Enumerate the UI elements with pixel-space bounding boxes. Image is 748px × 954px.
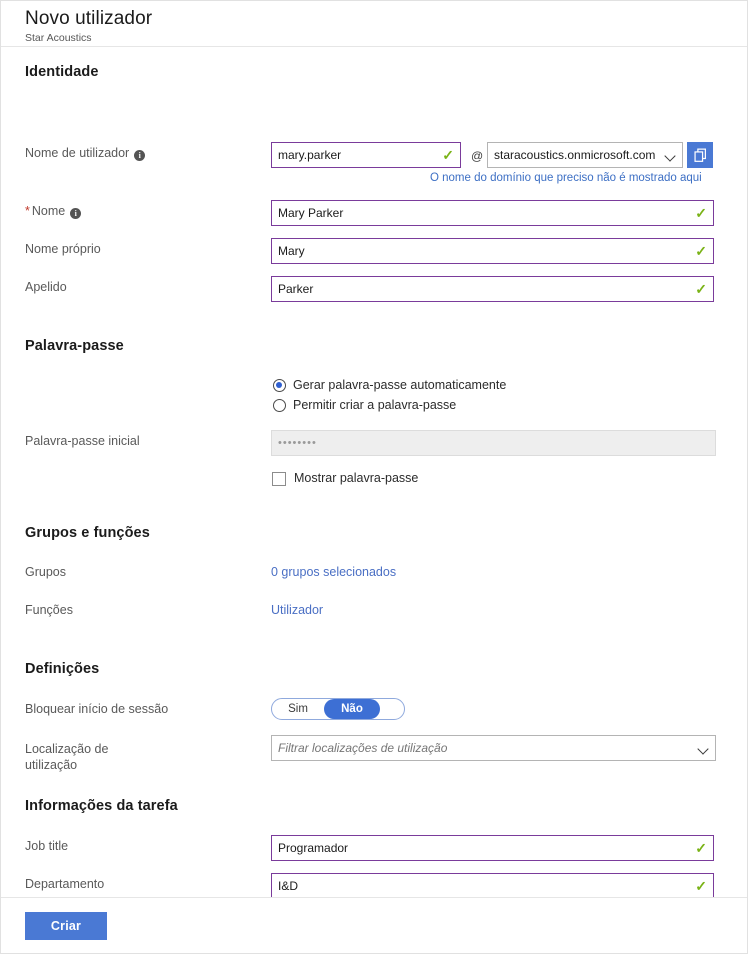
job-title-value: Programador <box>278 841 349 855</box>
radio-auto-icon <box>273 379 286 392</box>
label-job-title: Job title <box>25 839 69 853</box>
check-icon: ✓ <box>695 281 707 297</box>
first-name-input[interactable]: Mary ✓ <box>271 238 714 264</box>
label-department: Departamento <box>25 877 105 891</box>
panel-header: Novo utilizador Star Acoustics <box>1 1 747 47</box>
label-first-name: Nome próprio <box>25 242 101 256</box>
section-title-job: Informações da tarefa <box>25 798 178 814</box>
department-value: I&D <box>278 879 299 893</box>
radio-manual-label: Permitir criar a palavra-passe <box>293 398 457 412</box>
show-password-checkbox[interactable]: Mostrar palavra-passe <box>272 471 418 486</box>
label-last-name: Apelido <box>25 280 67 294</box>
check-icon: ✓ <box>695 840 707 856</box>
roles-link[interactable]: Utilizador <box>271 602 323 618</box>
chevron-down-icon <box>698 745 709 752</box>
checkbox-icon <box>272 471 286 486</box>
check-icon: ✓ <box>442 147 454 163</box>
groups-link[interactable]: 0 grupos selecionados <box>271 564 396 580</box>
info-icon[interactable]: i <box>70 208 82 219</box>
label-username: Nome de utilizador i <box>25 145 146 161</box>
radio-auto-password[interactable]: Gerar palavra-passe automaticamente <box>273 378 506 393</box>
label-usage-location: Localização de utilização <box>25 742 109 772</box>
block-signin-toggle[interactable]: Sim Não <box>271 698 405 720</box>
copy-icon <box>693 148 706 162</box>
job-title-input[interactable]: Programador ✓ <box>271 835 714 861</box>
department-input[interactable]: I&D ✓ <box>271 873 714 899</box>
copy-button[interactable] <box>687 142 713 168</box>
initial-password-input: •••••••• <box>271 430 716 456</box>
label-groups: Grupos <box>25 565 66 579</box>
chevron-down-icon <box>665 152 676 159</box>
username-input[interactable]: mary.parker ✓ <box>271 142 461 168</box>
name-input[interactable]: Mary Parker ✓ <box>271 200 714 226</box>
domain-hint-link[interactable]: O nome do domínio que preciso não é most… <box>430 171 702 186</box>
toggle-option-no[interactable]: Não <box>324 699 380 719</box>
radio-manual-icon <box>273 399 286 412</box>
check-icon: ✓ <box>695 243 707 259</box>
radio-auto-label: Gerar palavra-passe automaticamente <box>293 378 507 392</box>
new-user-panel: Novo utilizador Star Acoustics Identidad… <box>0 0 748 954</box>
domain-select[interactable]: staracoustics.onmicrosoft.com <box>487 142 683 168</box>
name-value: Mary Parker <box>278 206 344 220</box>
check-icon: ✓ <box>695 205 707 221</box>
show-password-label: Mostrar palavra-passe <box>294 471 419 485</box>
label-username-text: Nome de utilizador <box>25 146 130 160</box>
domain-value: staracoustics.onmicrosoft.com <box>494 148 656 162</box>
section-title-password: Palavra-passe <box>25 338 124 354</box>
usage-location-placeholder: Filtrar localizações de utilização <box>278 741 448 755</box>
label-roles: Funções <box>25 603 73 617</box>
info-icon[interactable]: i <box>134 150 146 161</box>
form-body: Identidade Nome de utilizador i mary.park… <box>1 47 747 899</box>
initial-password-value: •••••••• <box>278 437 317 449</box>
toggle-option-yes[interactable]: Sim <box>272 699 324 719</box>
panel-footer: Criar <box>1 897 747 953</box>
check-icon: ✓ <box>695 878 707 894</box>
create-button[interactable]: Criar <box>25 912 107 940</box>
at-separator: @ <box>471 149 484 163</box>
usage-location-select[interactable]: Filtrar localizações de utilização <box>271 735 716 761</box>
last-name-value: Parker <box>278 282 314 296</box>
label-name-text: Nome <box>31 204 66 218</box>
required-marker: * <box>25 204 30 218</box>
radio-manual-password[interactable]: Permitir criar a palavra-passe <box>273 398 456 413</box>
page-title: Novo utilizador <box>25 8 153 29</box>
tenant-subtitle: Star Acoustics <box>25 32 92 44</box>
label-name: * Nome i <box>25 203 82 219</box>
section-title-settings: Definições <box>25 661 100 677</box>
label-initial-password: Palavra-passe inicial <box>25 434 140 448</box>
section-title-identity: Identidade <box>25 64 99 80</box>
label-block-signin: Bloquear início de sessão <box>25 702 169 716</box>
username-value: mary.parker <box>278 148 342 162</box>
section-title-groups: Grupos e funções <box>25 525 150 541</box>
last-name-input[interactable]: Parker ✓ <box>271 276 714 302</box>
first-name-value: Mary <box>278 244 305 258</box>
